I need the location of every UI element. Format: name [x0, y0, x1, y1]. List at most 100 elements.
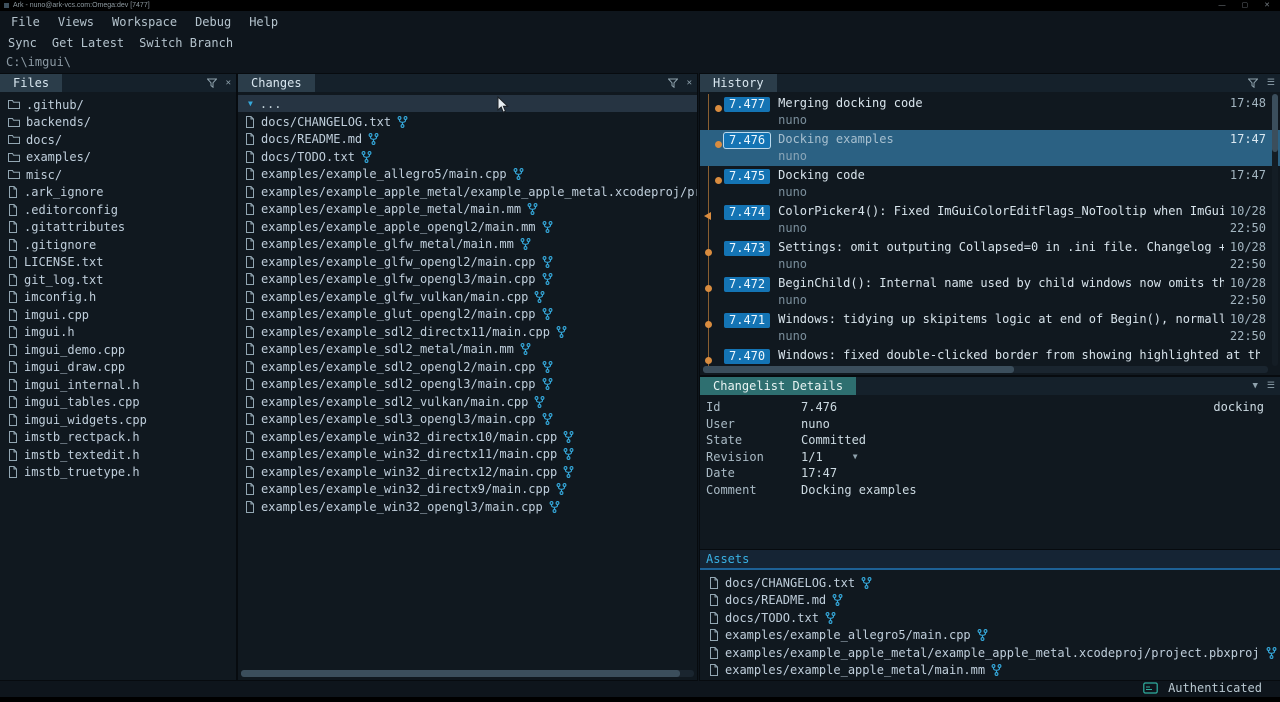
changes-root-row[interactable]: ▼ ... [238, 95, 697, 112]
file-tree-item[interactable]: docs/ [0, 131, 236, 149]
file-tree-item[interactable]: imstb_truetype.h [0, 464, 236, 482]
changed-file-row[interactable]: examples/example_sdl2_opengl2/main.cpp [238, 358, 697, 376]
menu-icon[interactable]: ☰ [1267, 377, 1275, 395]
changed-file-row[interactable]: examples/example_win32_opengl3/main.cpp [238, 498, 697, 516]
file-tree-item[interactable]: imstb_rectpack.h [0, 429, 236, 447]
menu-item[interactable]: Help [240, 15, 287, 29]
file-name: imstb_rectpack.h [24, 430, 140, 444]
file-tree-item[interactable]: imgui_draw.cpp [0, 359, 236, 377]
commit-row[interactable]: 7.472 BeginChild(): Internal name used b… [700, 274, 1280, 310]
horizontal-scrollbar[interactable] [703, 366, 1268, 373]
changed-file-path: examples/example_win32_opengl3/main.cpp [261, 500, 543, 514]
file-tree-item[interactable]: .ark_ignore [0, 184, 236, 202]
changed-file-row[interactable]: examples/example_sdl2_opengl3/main.cpp [238, 376, 697, 394]
file-tree-item[interactable]: .gitattributes [0, 219, 236, 237]
scrollbar-thumb[interactable] [1272, 94, 1278, 152]
close-panel-icon[interactable]: ✕ [226, 74, 231, 92]
vertical-scrollbar[interactable] [1272, 94, 1278, 366]
file-name: imgui_draw.cpp [24, 360, 125, 374]
horizontal-scrollbar[interactable] [241, 670, 694, 677]
changed-file-row[interactable]: docs/README.md [238, 131, 697, 149]
commit-row[interactable]: 7.475 Docking code 17:47 nuno [700, 166, 1280, 202]
changed-file-row[interactable]: examples/example_win32_directx9/main.cpp [238, 481, 697, 499]
changed-file-row[interactable]: examples/example_sdl2_vulkan/main.cpp [238, 393, 697, 411]
scrollbar-thumb[interactable] [241, 670, 680, 677]
file-tree-item[interactable]: git_log.txt [0, 271, 236, 289]
changed-file-path: examples/example_sdl2_metal/main.mm [261, 342, 514, 356]
changed-file-row[interactable]: examples/example_win32_directx11/main.cp… [238, 446, 697, 464]
scrollbar-thumb[interactable] [703, 366, 1014, 373]
file-tree-item[interactable]: imgui.cpp [0, 306, 236, 324]
changed-file-path: examples/example_win32_directx11/main.cp… [261, 447, 557, 461]
changed-file-row[interactable]: examples/example_glfw_metal/main.mm [238, 236, 697, 254]
menu-bar: FileViewsWorkspaceDebugHelp [0, 11, 1280, 32]
menu-item[interactable]: File [2, 15, 49, 29]
changed-file-row[interactable]: docs/TODO.txt [238, 148, 697, 166]
changed-file-row[interactable]: examples/example_apple_metal/main.mm [238, 201, 697, 219]
file-icon [709, 594, 719, 606]
toolbar-button[interactable]: Sync [8, 36, 37, 50]
close-panel-icon[interactable]: ✕ [687, 74, 692, 92]
file-tree-item[interactable]: examples/ [0, 149, 236, 167]
asset-row[interactable]: docs/TODO.txt [700, 609, 1280, 627]
revision-dropdown-icon[interactable]: ▼ [853, 449, 858, 466]
branch-icon [556, 326, 567, 338]
commit-row[interactable]: 7.474 ColorPicker4(): Fixed ImGuiColorEd… [700, 202, 1280, 238]
changed-file-row[interactable]: examples/example_glfw_opengl3/main.cpp [238, 271, 697, 289]
file-tree-item[interactable]: imstb_textedit.h [0, 446, 236, 464]
changed-file-row[interactable]: examples/example_glut_opengl2/main.cpp [238, 306, 697, 324]
file-tree-item[interactable]: imgui_demo.cpp [0, 341, 236, 359]
file-tree-item[interactable]: imgui_widgets.cpp [0, 411, 236, 429]
minimize-button[interactable]: — [1219, 0, 1226, 11]
file-tree-item[interactable]: .gitignore [0, 236, 236, 254]
file-tree-item[interactable]: imgui.h [0, 324, 236, 342]
filter-icon[interactable] [1248, 78, 1258, 88]
commit-row[interactable]: 7.473 Settings: omit outputing Collapsed… [700, 238, 1280, 274]
changed-file-row[interactable]: docs/CHANGELOG.txt [238, 113, 697, 131]
commit-row[interactable]: 7.471 Windows: tidying up skipitems logi… [700, 310, 1280, 346]
changed-file-row[interactable]: examples/example_sdl2_metal/main.mm [238, 341, 697, 359]
close-button[interactable]: ✕ [1264, 0, 1270, 11]
menu-item[interactable]: Views [49, 15, 103, 29]
menu-item[interactable]: Debug [186, 15, 240, 29]
toolbar-button[interactable]: Switch Branch [139, 36, 233, 50]
asset-row[interactable]: docs/README.md [700, 592, 1280, 610]
file-tree-item[interactable]: imgui_tables.cpp [0, 394, 236, 412]
file-tree-item[interactable]: imconfig.h [0, 289, 236, 307]
changed-file-row[interactable]: examples/example_sdl2_directx11/main.cpp [238, 323, 697, 341]
asset-row[interactable]: examples/example_apple_metal/main.mm [700, 662, 1280, 680]
file-tree-item[interactable]: backends/ [0, 114, 236, 132]
toolbar-button[interactable]: Get Latest [52, 36, 124, 50]
changed-file-row[interactable]: examples/example_glfw_vulkan/main.cpp [238, 288, 697, 306]
commit-row[interactable]: 7.477 Merging docking code 17:48 nuno [700, 94, 1280, 130]
changed-file-row[interactable]: examples/example_win32_directx12/main.cp… [238, 463, 697, 481]
menu-item[interactable]: Workspace [103, 15, 186, 29]
changed-file-row[interactable]: examples/example_glfw_opengl2/main.cpp [238, 253, 697, 271]
changed-file-row[interactable]: examples/example_allegro5/main.cpp [238, 166, 697, 184]
commit-list: 7.477 Merging docking code 17:48 nuno [700, 94, 1280, 368]
changed-file-row[interactable]: examples/example_win32_directx10/main.cp… [238, 428, 697, 446]
asset-row[interactable]: examples/example_apple_metal/example_app… [700, 644, 1280, 662]
changed-file-row[interactable]: examples/example_apple_metal/example_app… [238, 183, 697, 201]
asset-row[interactable]: docs/CHANGELOG.txt [700, 574, 1280, 592]
filter-icon[interactable] [207, 78, 217, 88]
commit-row[interactable]: 7.470 Windows: fixed double-clicked bord… [700, 346, 1280, 368]
filter-icon[interactable] [668, 78, 678, 88]
collapse-caret-icon[interactable]: ▼ [248, 99, 253, 108]
history-panel-title: History [700, 74, 777, 92]
changed-file-row[interactable]: examples/example_apple_opengl2/main.mm [238, 218, 697, 236]
file-tree-item[interactable]: misc/ [0, 166, 236, 184]
file-tree-item[interactable]: .editorconfig [0, 201, 236, 219]
asset-row[interactable]: examples/example_allegro5/main.cpp [700, 627, 1280, 645]
file-name: .gitignore [24, 238, 96, 252]
file-icon [8, 186, 18, 198]
file-tree-item[interactable]: LICENSE.txt [0, 254, 236, 272]
file-tree-item[interactable]: imgui_internal.h [0, 376, 236, 394]
collapse-icon[interactable]: ▼ [1253, 377, 1258, 395]
changed-file-row[interactable]: examples/example_sdl3_opengl3/main.cpp [238, 411, 697, 429]
file-tree-item[interactable]: .github/ [0, 96, 236, 114]
commit-row[interactable]: 7.476 Docking examples 17:47 nuno [700, 130, 1280, 166]
maximize-button[interactable]: ▢ [1242, 0, 1249, 11]
revision-badge: 7.473 [724, 241, 770, 256]
menu-icon[interactable]: ☰ [1267, 74, 1275, 92]
